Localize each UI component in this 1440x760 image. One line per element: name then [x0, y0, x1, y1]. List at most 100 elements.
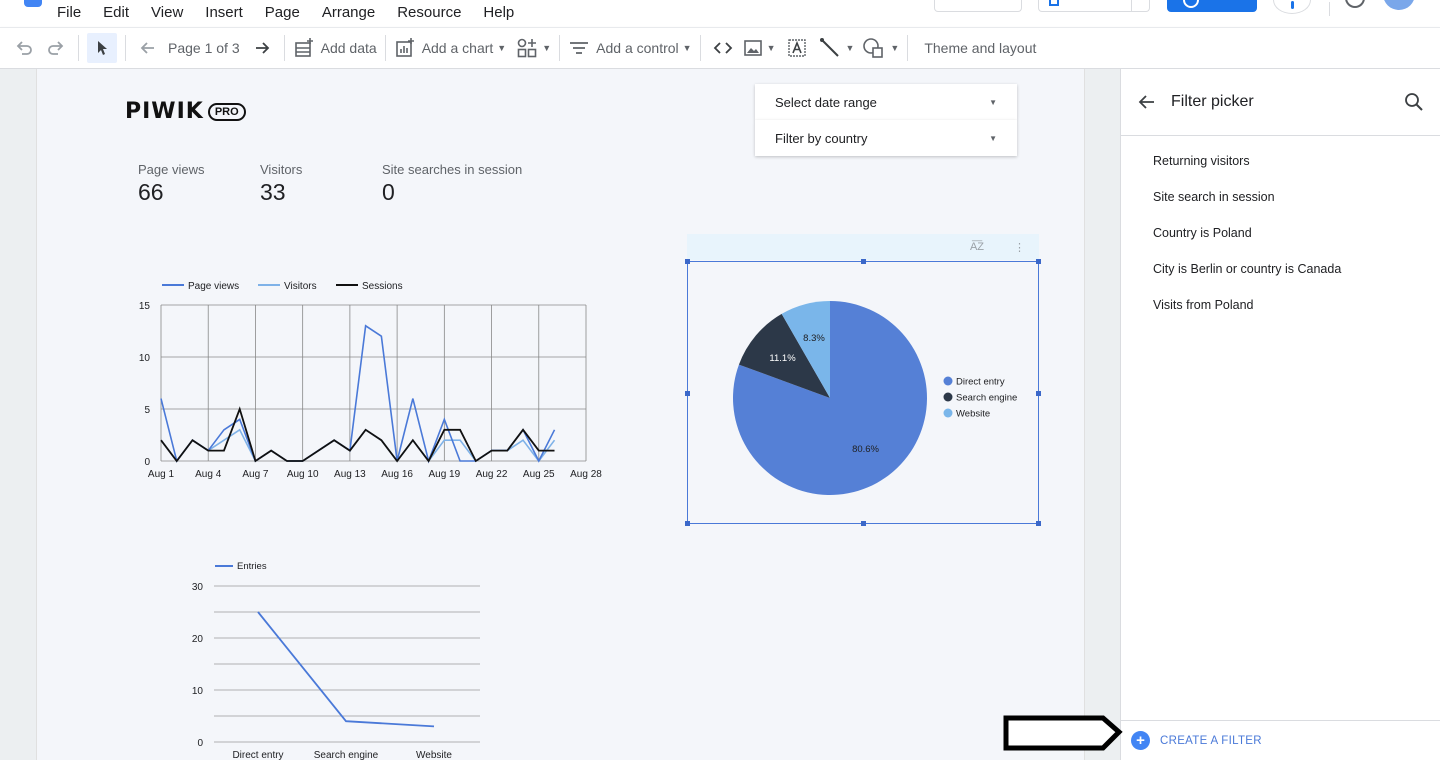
redo-icon[interactable] — [42, 34, 70, 62]
chevron-down-icon: ▼ — [989, 97, 997, 107]
chevron-down-icon: ▼ — [845, 43, 855, 53]
filter-item[interactable]: Country is Poland — [1121, 215, 1440, 251]
info-icon — [1291, 1, 1294, 9]
menu-arrange[interactable]: Arrange — [311, 4, 386, 21]
image-button[interactable]: ▼ — [743, 38, 776, 58]
help-icon[interactable] — [1345, 0, 1365, 8]
y-tick-label: 15 — [139, 301, 151, 312]
add-circle-icon: + — [1131, 731, 1150, 750]
page-indicator[interactable]: Page 1 of 3 — [168, 40, 240, 56]
image-icon — [743, 40, 762, 56]
kpi-visitors[interactable]: Visitors 33 — [260, 162, 302, 206]
x-tick-label: Aug 16 — [381, 469, 413, 480]
series-line-entries — [257, 611, 435, 728]
share-button[interactable] — [1167, 0, 1257, 12]
entries-chart[interactable]: Entries 0 10 20 30 Direct entry Search engine W… — [137, 554, 480, 760]
top-bar-button[interactable] — [934, 0, 1022, 12]
country-filter-label: Filter by country — [775, 130, 868, 146]
kpi-label: Site searches in session — [382, 162, 523, 177]
resize-handle[interactable] — [1036, 259, 1041, 264]
toolbar-divider — [283, 35, 285, 61]
date-range-label: Select date range — [775, 94, 877, 110]
avatar[interactable] — [1383, 0, 1415, 10]
line-icon — [820, 38, 840, 57]
line-button[interactable]: ▼ — [819, 37, 854, 59]
pie-data-label: 80.6% — [852, 444, 879, 455]
community-visualizations-button[interactable]: ▼ — [516, 37, 551, 59]
text-box-icon[interactable] — [783, 34, 811, 62]
pie-chart-header: A͞Z ⋮ — [687, 234, 1039, 260]
help-circle-button[interactable] — [1273, 0, 1311, 14]
resize-handle[interactable] — [685, 521, 690, 526]
kpi-site-searches[interactable]: Site searches in session 0 — [382, 162, 522, 206]
resize-handle[interactable] — [1036, 391, 1041, 396]
filter-picker-panel: Filter picker Returning visitors Site se… — [1120, 69, 1440, 760]
y-tick-label: 0 — [144, 457, 150, 468]
y-tick-label: 10 — [139, 353, 151, 364]
logo-text: PIWIK — [125, 99, 204, 124]
chevron-down-icon: ▼ — [890, 43, 900, 53]
filter-item[interactable]: Site search in session — [1121, 179, 1440, 215]
toolbar-divider — [907, 35, 909, 61]
add-chart-button[interactable]: Add a chart ▼ — [394, 37, 507, 59]
sort-icon[interactable]: A͞Z — [970, 241, 984, 253]
embed-code-icon[interactable] — [709, 34, 737, 62]
filter-item[interactable]: City is Berlin or country is Canada — [1121, 251, 1440, 287]
menu-file[interactable]: File — [46, 4, 92, 21]
logo-badge: PRO — [207, 102, 246, 121]
date-range-control[interactable]: Select date range ▼ — [755, 84, 1017, 120]
menu-edit[interactable]: Edit — [92, 4, 140, 21]
chevron-down-icon: ▼ — [682, 43, 692, 53]
toolbar: Page 1 of 3 Add data Add a chart ▼ ▼ Add… — [0, 27, 1440, 69]
menu-page[interactable]: Page — [254, 4, 311, 21]
add-control-label: Add a control — [596, 40, 679, 56]
resize-handle[interactable] — [1036, 521, 1041, 526]
country-filter-control[interactable]: Filter by country ▼ — [755, 120, 1017, 156]
previous-page-icon[interactable] — [134, 34, 162, 62]
chevron-down-icon: ▼ — [766, 43, 776, 53]
pie-chart[interactable]: 80.6% 11.1% 8.3% Direct entry Search engine W… — [689, 263, 1035, 521]
time-series-chart[interactable]: Page views Visitors Sessions 0 5 10 15 Aug 1 Aug… — [132, 274, 612, 489]
menu-help[interactable]: Help — [472, 4, 525, 21]
view-icon — [1049, 0, 1059, 6]
filter-item[interactable]: Visits from Poland — [1121, 287, 1440, 323]
theme-layout-button[interactable]: Theme and layout — [924, 40, 1036, 56]
chevron-down-icon: ▼ — [497, 43, 507, 53]
components-icon — [517, 38, 537, 58]
top-bar-split-button[interactable] — [1038, 0, 1150, 12]
shape-button[interactable]: ▼ — [862, 37, 899, 59]
add-control-button[interactable]: Add a control ▼ — [568, 37, 692, 59]
menu-resource[interactable]: Resource — [386, 4, 472, 21]
menu-insert[interactable]: Insert — [194, 4, 254, 21]
x-tick-label: Aug 22 — [476, 469, 508, 480]
kpi-value: 33 — [260, 179, 286, 205]
filter-item[interactable]: Returning visitors — [1121, 143, 1440, 179]
add-data-icon — [294, 38, 313, 57]
back-arrow-icon[interactable] — [1133, 88, 1161, 116]
select-tool-button[interactable] — [87, 33, 117, 63]
y-tick-label: 0 — [197, 738, 203, 749]
x-tick-label: Aug 7 — [242, 469, 269, 480]
kpi-value: 0 — [382, 179, 395, 205]
x-tick-label: Direct entry — [232, 750, 283, 760]
resize-handle[interactable] — [861, 521, 866, 526]
piwik-pro-logo: PIWIK PRO — [125, 99, 246, 124]
top-divider — [1329, 2, 1330, 16]
create-filter-button[interactable]: + CREATE A FILTER — [1121, 720, 1440, 760]
legend-swatch — [943, 392, 953, 402]
more-options-icon[interactable]: ⋮ — [1014, 241, 1025, 254]
report-canvas[interactable]: PIWIK PRO Page views 66 Visitors 33 Site… — [36, 69, 1085, 760]
add-chart-label: Add a chart — [421, 40, 494, 56]
kpi-page-views[interactable]: Page views 66 — [138, 162, 204, 206]
next-page-icon[interactable] — [248, 34, 276, 62]
app-logo[interactable] — [24, 0, 42, 7]
legend-label: Page views — [188, 281, 239, 292]
workspace: PIWIK PRO Page views 66 Visitors 33 Site… — [0, 69, 1120, 760]
search-icon[interactable] — [1400, 88, 1428, 116]
legend-label: Website — [956, 409, 990, 420]
menu-view[interactable]: View — [140, 4, 194, 21]
undo-icon[interactable] — [10, 34, 38, 62]
add-data-button[interactable]: Add data — [293, 37, 377, 59]
y-tick-label: 10 — [192, 686, 204, 697]
annotation-arrow-marker — [1003, 715, 1123, 751]
